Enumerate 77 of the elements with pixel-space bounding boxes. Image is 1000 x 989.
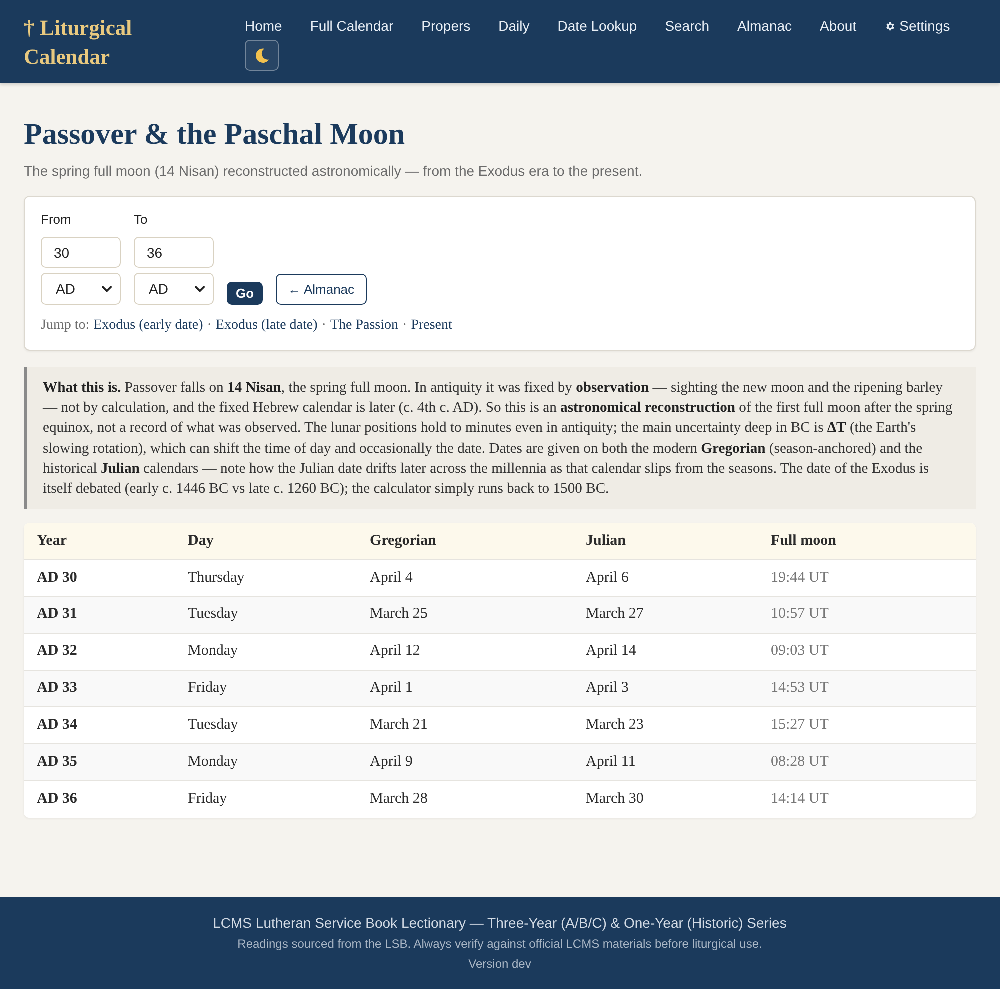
jump-link[interactable]: Exodus (late date) [216, 317, 318, 335]
settings-link[interactable]: Settings [884, 14, 950, 38]
table-cell-text: Friday [188, 790, 228, 808]
table-cell-text: Monday [188, 643, 239, 660]
column-header: Year [37, 532, 68, 550]
jump-to-label: Jump to: [41, 317, 90, 335]
table-cell-text: AD 31 [37, 606, 78, 624]
table-cell-text: AD 32 [37, 643, 78, 660]
table-cell-text: April 1 [370, 680, 414, 697]
table-cell-text: Monday [188, 754, 239, 771]
table-cell-text: AD 36 [37, 790, 78, 808]
table-cell-text: 09:03 UT [771, 643, 830, 660]
jump-link[interactable]: Exodus (early date) [94, 317, 204, 335]
separator-dot: · [322, 317, 326, 335]
nav-link[interactable]: Date Lookup [558, 14, 638, 38]
table-cell-text: AD 34 [37, 716, 78, 734]
table-cell-text: 15:27 UT [771, 716, 830, 734]
table-cell-text: AD 30 [37, 570, 78, 587]
almanac-button[interactable]: ← Almanac [276, 274, 367, 305]
chevron-down-icon [102, 286, 112, 292]
table-cell-text: 14:53 UT [771, 680, 830, 697]
separator-dot: · [402, 317, 408, 335]
crescent-moon-icon [253, 46, 271, 64]
field-label: To [134, 212, 149, 228]
year-input[interactable]: 30 [41, 237, 121, 268]
year-input[interactable]: 36 [134, 237, 214, 268]
column-header: Julian [586, 532, 628, 550]
era-select[interactable]: AD [41, 273, 121, 305]
table-cell-text: March 25 [370, 606, 429, 624]
nav-link[interactable]: Search [665, 14, 710, 38]
column-header: Full moon [771, 532, 838, 550]
column-header: Gregorian [370, 532, 438, 550]
table-cell-text: AD 33 [37, 680, 78, 697]
settings-icon [884, 20, 896, 32]
site-logo[interactable]: † Liturgical Calendar [24, 14, 245, 72]
chevron-down-icon [195, 286, 205, 292]
table-cell-text: March 28 [370, 790, 429, 808]
table-cell-text: Tuesday [188, 716, 240, 734]
table-cell-text: Thursday [188, 570, 246, 587]
page-subtitle: The spring full moon (14 Nisan) reconstructed astronomically — from the Exodus era to the present. [24, 162, 644, 180]
nav-link[interactable]: Home [245, 14, 282, 38]
footer-text: LCMS Lutheran Service Book Lectionary — Three-Year (A/B/C) & One-Year (Historic) Series [213, 914, 787, 933]
table-cell-text: 19:44 UT [771, 570, 830, 587]
table-cell-text: AD 35 [37, 754, 78, 771]
table-cell-text: March 30 [586, 790, 645, 808]
table-cell-text: April 3 [586, 680, 630, 697]
table-cell-text: 08:28 UT [771, 754, 830, 771]
table-cell-text: April 6 [586, 570, 630, 587]
table-cell-text: 14:14 UT [771, 790, 830, 808]
field-label: From [41, 212, 72, 228]
go-button[interactable]: Go [227, 282, 264, 305]
nav-link[interactable]: Propers [422, 14, 471, 38]
table-cell-text: April 11 [586, 754, 637, 771]
jump-link[interactable]: The Passion [330, 317, 399, 335]
table-cell-text: April 9 [370, 754, 414, 771]
nav-link[interactable]: About [820, 14, 857, 38]
explanation-note: What this is. Passover falls on 14 Nisan, the spring full moon. In antiquity it was fixed by observation — sighting the new moon and the ripening barley — not by calculation, and the fixed Hebrew calendar is later (c. 4th c. AD). So this is an astronomical reconstruction of the first full moon after the spring equinox, not a record of what was observed. The lunar positions hold to minutes even in antiquity; the main uncertainty deep in BC is ΔT (the Earth's slowing rotation), which can shift the time of day and occasionally the date. Dates are given on both the modern Gregorian (season-anchored) and the historical Julian calendars — note how the Julian date drifts later across the millennia as that calendar slips from the seasons. The date of the Exodus is itself debated (early c. 1446 BC vs late c. 1260 BC); the calculator simply runs back to 1500 BC. [24, 367, 976, 510]
table-cell-text: March 27 [586, 606, 645, 624]
column-header: Day [188, 532, 215, 550]
footer-text: Version dev [468, 956, 532, 973]
footer-text: Readings sourced from the LSB. Always verify against official LCMS materials before liturgical use. [238, 936, 762, 953]
jump-link[interactable]: Present [411, 317, 452, 335]
table-cell-text: April 14 [586, 643, 638, 660]
nav-link[interactable]: Full Calendar [310, 14, 394, 38]
table-cell-text: April 4 [370, 570, 414, 587]
theme-toggle-button[interactable] [245, 40, 279, 71]
nav-link[interactable]: Daily [498, 14, 530, 38]
page-title: Passover & the Paschal Moon [24, 117, 406, 153]
table-cell-text: Tuesday [188, 606, 240, 624]
table-cell-text: March 23 [586, 716, 645, 734]
nav-link[interactable]: Almanac [738, 14, 792, 38]
table-cell-text: 10:57 UT [771, 606, 830, 624]
table-cell-text: April 12 [370, 643, 422, 660]
table-cell-text: March 21 [370, 716, 429, 734]
separator-dot: · [207, 317, 212, 335]
table-cell-text: Friday [188, 680, 228, 697]
era-select[interactable]: AD [134, 273, 214, 305]
